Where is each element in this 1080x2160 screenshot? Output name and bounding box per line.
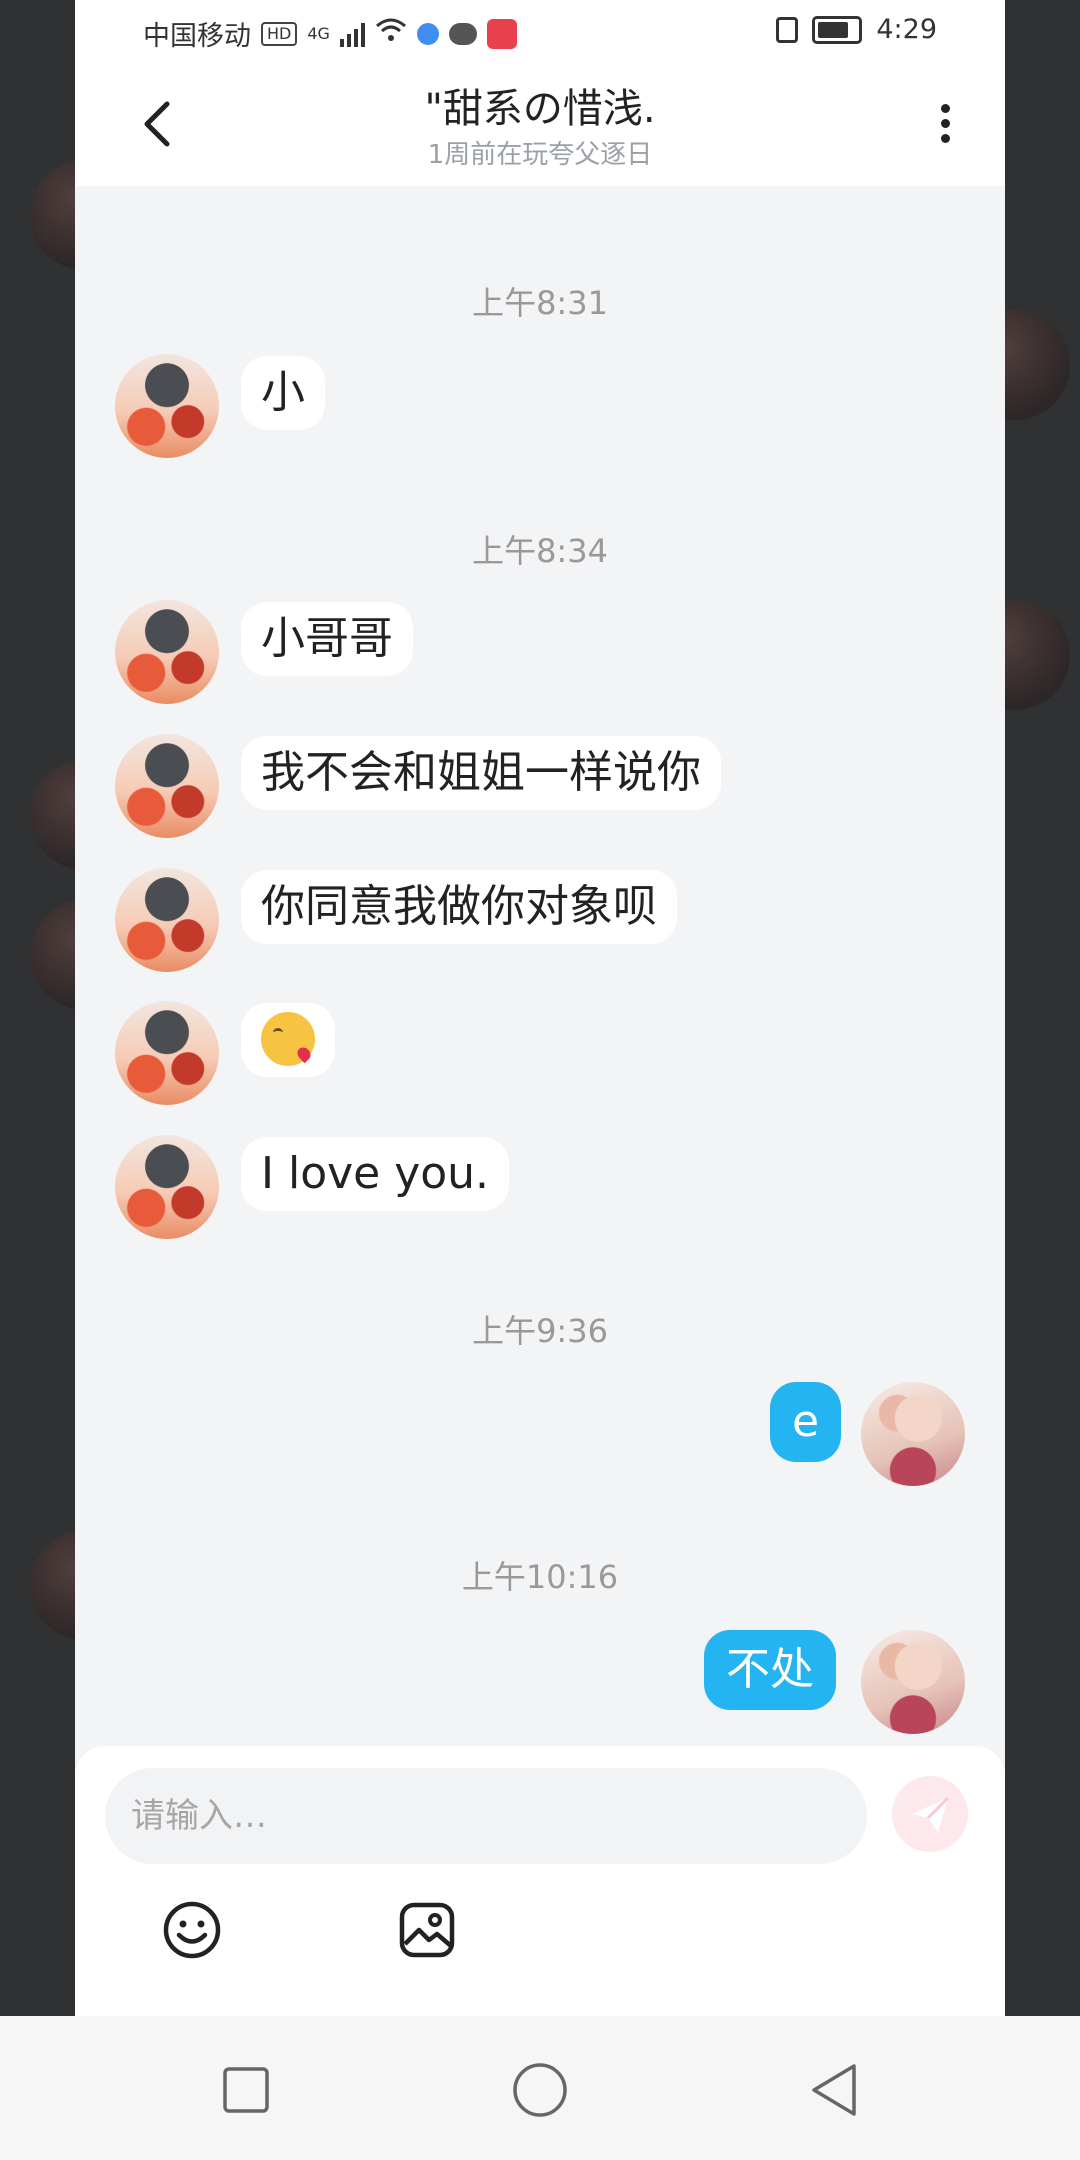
contact-avatar[interactable] [115, 600, 219, 704]
contact-avatar[interactable] [115, 868, 219, 972]
incoming-message[interactable]: I love you. [241, 1137, 510, 1211]
back-icon [812, 2064, 856, 2116]
contact-avatar[interactable] [115, 354, 219, 458]
face-blowing-kiss-emoji [261, 1012, 315, 1066]
battery-icon [812, 15, 863, 44]
contact-avatar[interactable] [115, 1001, 219, 1105]
incoming-message[interactable]: 我不会和姐姐一样说你 [241, 736, 721, 810]
image-icon [399, 1902, 455, 1958]
hd-badge: HD [261, 21, 298, 46]
signal-icon [339, 21, 365, 47]
message-input[interactable]: 请输入… [105, 1768, 867, 1864]
contact-name: "甜系の惜浅. [424, 86, 656, 132]
more-options-button[interactable] [925, 98, 965, 158]
contact-avatar[interactable] [115, 1135, 219, 1239]
message-composer: 请输入… [75, 1746, 1005, 2016]
incoming-message[interactable]: 你同意我做你对象呗 [241, 870, 677, 944]
app-notification-icon [416, 22, 439, 45]
my-avatar[interactable] [861, 1382, 965, 1486]
screen: 中国移动 HD 4G 4:29 "甜系の惜浅. 1周前在玩夸父逐日 上午8:31… [0, 0, 1080, 2160]
vibrate-icon [776, 16, 799, 43]
outgoing-message[interactable]: e [770, 1382, 842, 1462]
recent-apps-icon [223, 2067, 269, 2113]
contact-avatar[interactable] [115, 734, 219, 838]
send-icon [912, 1796, 950, 1832]
wechat-icon [448, 22, 477, 45]
system-navigation-bar [0, 2016, 1080, 2160]
image-button[interactable] [397, 1900, 457, 1960]
outgoing-message[interactable]: 不处 [704, 1630, 836, 1710]
timestamp: 上午10:16 [461, 1558, 619, 1596]
more-vertical-icon [925, 104, 965, 143]
wifi-icon [375, 17, 407, 50]
back-nav-button[interactable] [804, 2060, 864, 2120]
my-avatar[interactable] [861, 1630, 965, 1734]
status-bar: 中国移动 HD 4G 4:29 [75, 0, 1005, 64]
timestamp: 上午9:36 [472, 1312, 608, 1350]
incoming-message[interactable]: 小哥哥 [241, 602, 413, 676]
home-icon [513, 2063, 567, 2117]
clock: 4:29 [876, 14, 937, 45]
timestamp: 上午8:34 [472, 532, 608, 570]
timestamp: 上午8:31 [472, 284, 608, 322]
red-app-icon [486, 18, 517, 49]
recent-apps-button[interactable] [216, 2060, 276, 2120]
incoming-message[interactable]: 小 [241, 356, 325, 430]
message-list[interactable]: 上午8:31 小 上午8:34 小哥哥 我不会和姐姐一样说你 你同意我做你对象呗… [75, 186, 1005, 1746]
home-button[interactable] [510, 2060, 570, 2120]
network-label: 4G [307, 24, 330, 43]
send-button[interactable] [892, 1776, 968, 1852]
chat-window: 中国移动 HD 4G 4:29 "甜系の惜浅. 1周前在玩夸父逐日 上午8:31… [75, 0, 1005, 2016]
incoming-message[interactable] [241, 1003, 335, 1077]
carrier-label: 中国移动 [143, 21, 251, 52]
contact-activity: 1周前在玩夸父逐日 [427, 140, 653, 170]
emoji-icon [163, 1901, 221, 1959]
chat-header: "甜系の惜浅. 1周前在玩夸父逐日 [75, 64, 1005, 186]
emoji-button[interactable] [162, 1900, 222, 1960]
